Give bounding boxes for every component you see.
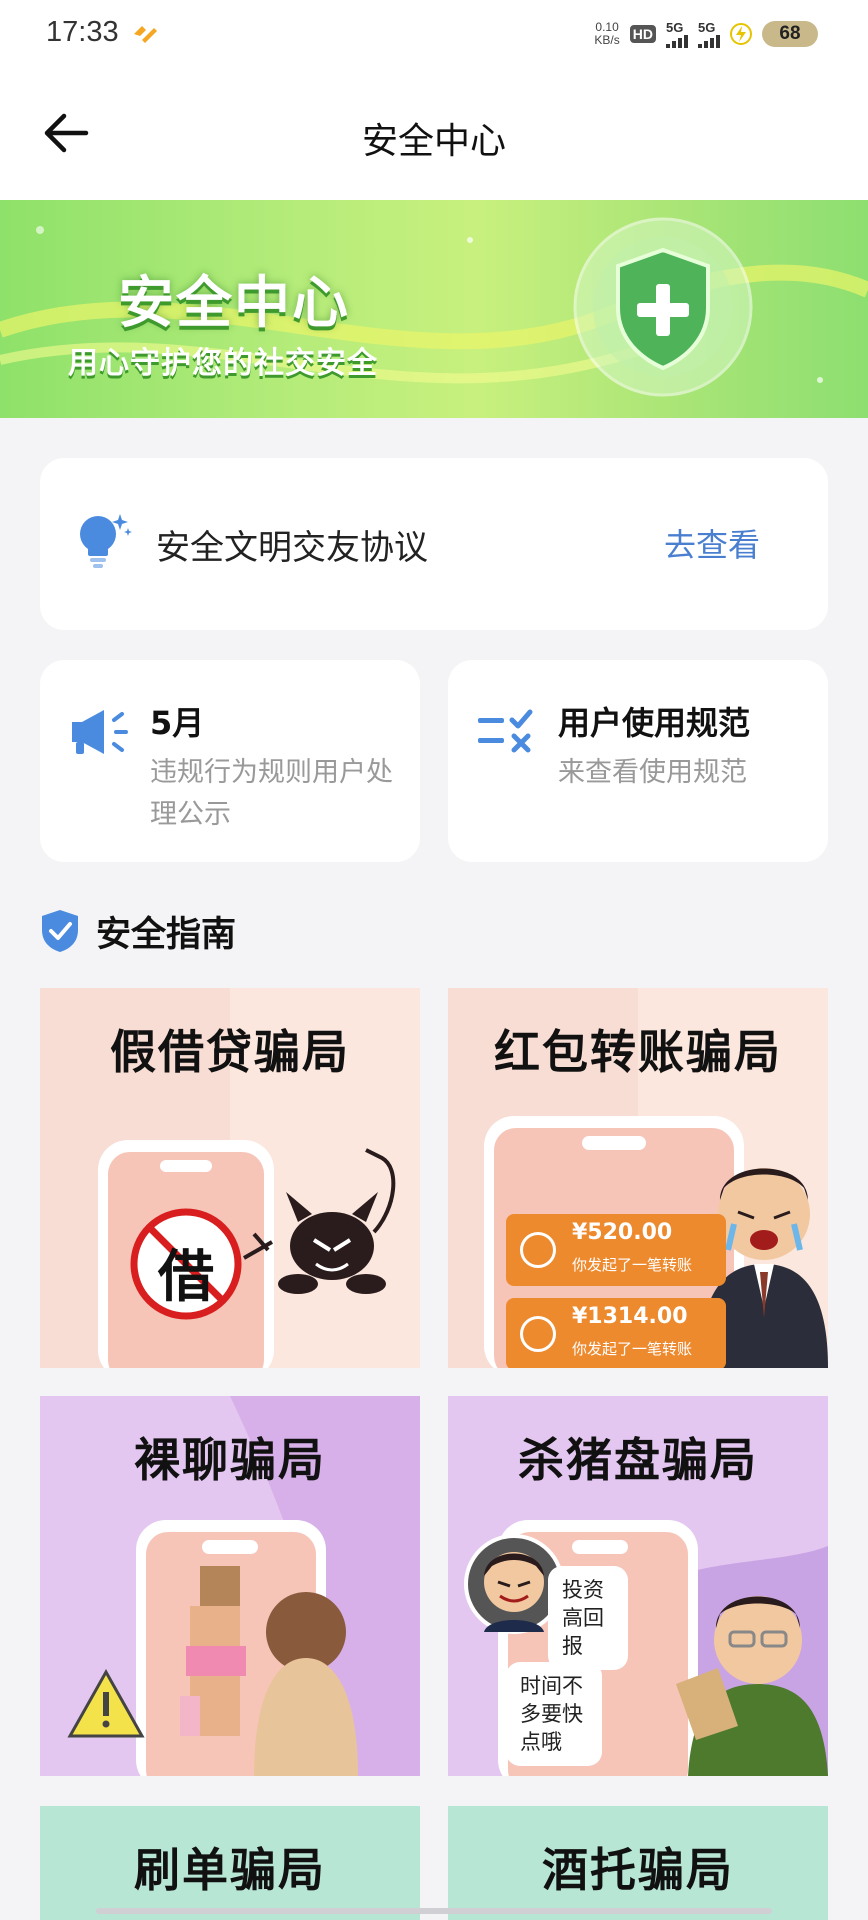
guide-card-title: 酒托骗局 <box>542 1843 734 1897</box>
shield-check-icon <box>42 910 78 952</box>
chat-bubble: 投资高回报 <box>548 1566 628 1670</box>
transfer-record: ¥1314.00 你发起了一笔转账 <box>506 1298 726 1368</box>
signal-icon-sim1: 5G <box>666 21 688 48</box>
hd-icon: HD <box>629 25 656 43</box>
guide-card-bar-tout-scam[interactable]: 酒托骗局 <box>448 1806 828 1920</box>
guide-card-title: 红包转账骗局 <box>494 1025 782 1079</box>
guide-card-title: 杀猪盘骗局 <box>518 1433 758 1487</box>
guide-card-title: 刷单骗局 <box>134 1843 326 1897</box>
loan-badge-char: 借 <box>158 1245 214 1310</box>
guide-card-brushing-scam[interactable]: 刷单骗局 <box>40 1806 420 1920</box>
page-title: 安全中心 <box>361 121 506 162</box>
status-bar: 17:33 0.10 KB/s HD 5G 5G 68 <box>0 0 868 66</box>
notice-title: 5月 <box>150 704 205 742</box>
guide-card-title: 裸聊骗局 <box>134 1433 326 1487</box>
transfer-amount: ¥520.00 <box>572 1220 673 1245</box>
transfer-record: ¥520.00 你发起了一笔转账 <box>506 1214 726 1286</box>
checklist-icon <box>478 709 533 753</box>
usage-rules-card[interactable]: 用户使用规范 来查看使用规范 <box>448 660 828 862</box>
home-indicator <box>96 1908 772 1914</box>
transfer-icon <box>520 1232 556 1268</box>
banner-subtitle: 用心守护您的社交安全 <box>68 346 378 381</box>
agreement-label: 安全文明交友协议 <box>156 528 428 568</box>
status-indicators: 0.10 KB/s HD 5G 5G 68 <box>594 18 818 50</box>
charging-icon <box>730 23 752 45</box>
transfer-icon <box>520 1316 556 1352</box>
safety-banner: 安全中心 用心守护您的社交安全 <box>0 200 868 418</box>
civilized-dating-agreement-card[interactable]: 安全文明交友协议 去查看 <box>40 458 828 630</box>
transfer-amount: ¥1314.00 <box>572 1304 688 1329</box>
notice-desc: 违规行为规则用户处理公示 <box>150 757 393 830</box>
status-time: 17:33 <box>46 16 119 48</box>
guide-card-fake-loan[interactable]: 假借贷骗局 借 <box>40 988 420 1368</box>
transfer-desc: 你发起了一笔转账 <box>572 1340 693 1358</box>
guide-card-red-packet-transfer[interactable]: 红包转账骗局 ¥520.00 你发起了一笔转账 ¥1314.00 你发起了一笔转… <box>448 988 828 1368</box>
signal-icon-sim2: 5G <box>698 21 720 48</box>
network-speed: 0.10 KB/s <box>594 20 620 47</box>
violation-notice-card[interactable]: 5月 违规行为规则用户处理公示 <box>40 660 420 862</box>
guide-card-pig-butchering[interactable]: 杀猪盘骗局 投资高回报 时间不多要快点哦 <box>448 1396 828 1776</box>
guide-card-title: 假借贷骗局 <box>110 1025 350 1079</box>
section-title: 安全指南 <box>96 914 237 955</box>
megaphone-icon <box>72 710 128 754</box>
app-notification-icon <box>134 26 157 43</box>
banner-title: 安全中心 <box>118 271 350 336</box>
rules-desc: 来查看使用规范 <box>558 757 747 788</box>
transfer-desc: 你发起了一笔转账 <box>572 1256 693 1274</box>
rules-title: 用户使用规范 <box>558 704 751 742</box>
battery-icon: 68 <box>762 21 818 47</box>
view-agreement-link[interactable]: 去查看 <box>664 520 760 566</box>
nav-bar: 安全中心 <box>0 66 868 200</box>
guide-card-nude-chat[interactable]: 裸聊骗局 <box>40 1396 420 1776</box>
lightbulb-icon <box>80 514 132 568</box>
safety-guide-header: 安全指南 <box>40 906 236 956</box>
chat-bubble: 时间不多要快点哦 <box>506 1662 602 1766</box>
shield-plus-icon <box>573 217 753 397</box>
